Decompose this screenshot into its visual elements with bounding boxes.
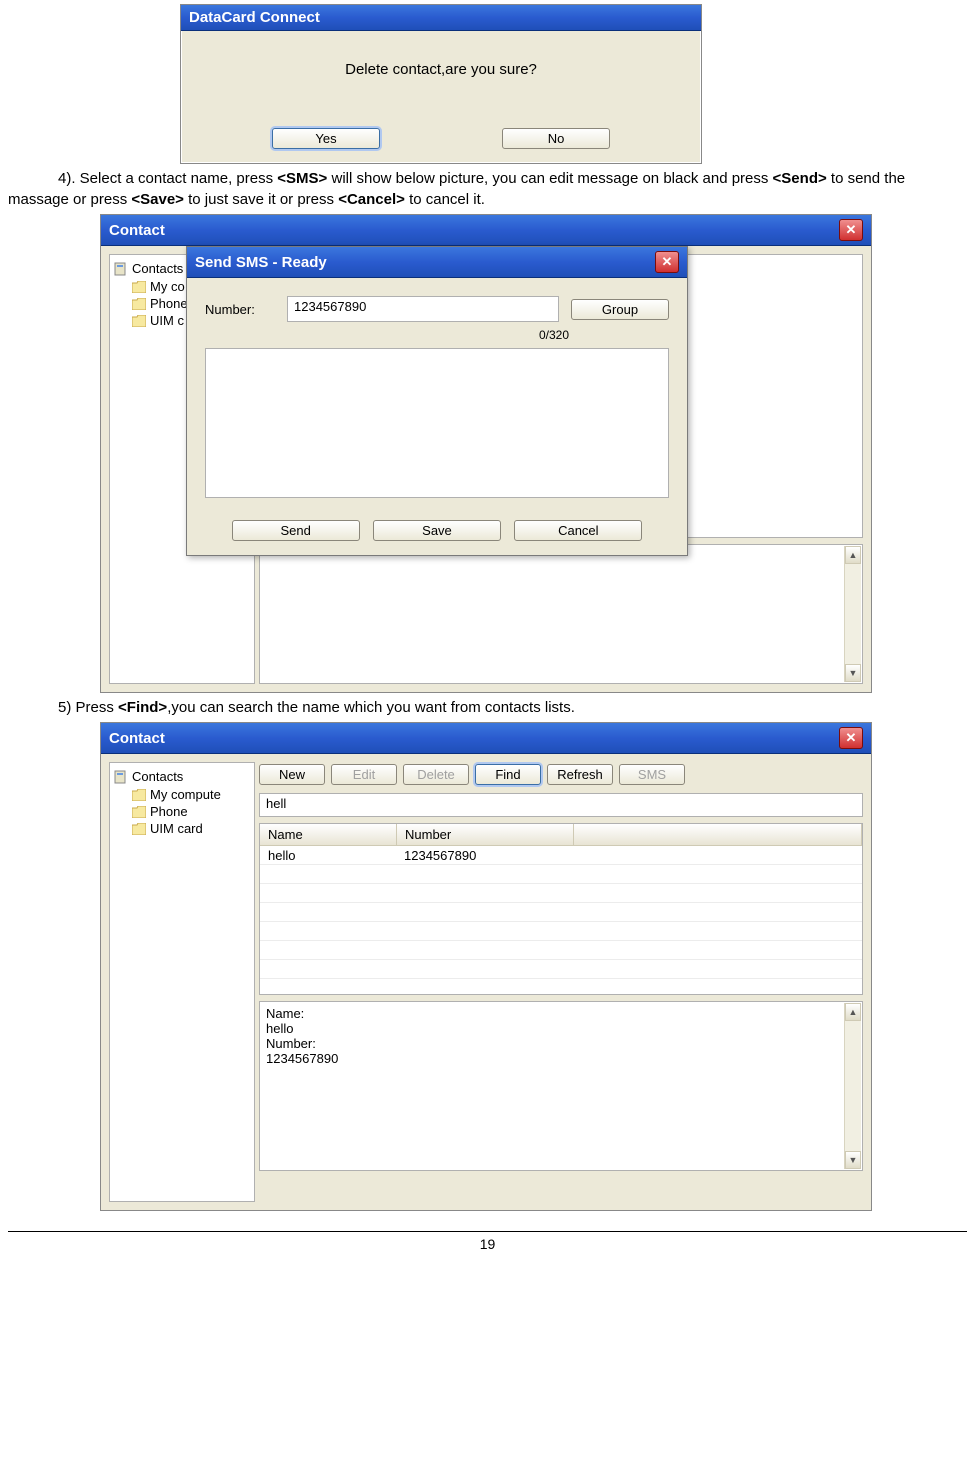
yes-button[interactable]: Yes: [272, 128, 380, 149]
tree-item-phone[interactable]: Phone: [112, 803, 252, 820]
contact1-title: Contact: [109, 222, 165, 239]
scroll-up-icon[interactable]: ▲: [845, 1003, 861, 1021]
send-sms-dialog: Send SMS - Ready ✕ Number: 1234567890 Gr…: [186, 246, 688, 556]
tree-root-label: Contacts: [132, 769, 183, 784]
sms-button[interactable]: SMS: [619, 764, 685, 785]
send-button[interactable]: Send: [232, 520, 360, 541]
col-name[interactable]: Name: [260, 824, 397, 845]
no-button[interactable]: No: [502, 128, 610, 149]
number-label: Number:: [205, 302, 275, 317]
table-row: [260, 903, 862, 922]
tree-item-uimcard[interactable]: UIM card: [112, 820, 252, 837]
scroll-up-icon[interactable]: ▲: [845, 546, 861, 564]
table-row: [260, 865, 862, 884]
sms-message-textarea[interactable]: [205, 348, 669, 498]
cancel-button[interactable]: Cancel: [514, 520, 642, 541]
folder-icon: [132, 789, 146, 801]
tree-root-label: Contacts: [132, 261, 183, 276]
contact1-titlebar[interactable]: Contact ✕: [101, 215, 871, 246]
search-input[interactable]: hell: [259, 793, 863, 817]
table-row: [260, 960, 862, 979]
contact2-main: New Edit Delete Find Refresh SMS hell Na…: [259, 762, 863, 1202]
contact2-titlebar[interactable]: Contact ✕: [101, 723, 871, 754]
scroll-down-icon[interactable]: ▼: [845, 664, 861, 682]
folder-icon: [132, 315, 146, 327]
edit-button[interactable]: Edit: [331, 764, 397, 785]
close-icon[interactable]: ✕: [655, 251, 679, 273]
cell-name: hello: [260, 846, 396, 864]
scrollbar[interactable]: ▲ ▼: [844, 546, 861, 682]
folder-icon: [132, 806, 146, 818]
contacts-icon: [114, 770, 128, 784]
char-counter: 0/320: [205, 328, 569, 342]
confirm-titlebar[interactable]: DataCard Connect: [181, 5, 701, 31]
detail-name-value: hello: [266, 1021, 856, 1036]
table-row[interactable]: hello 1234567890: [260, 846, 862, 865]
detail-number-label: Number:: [266, 1036, 856, 1051]
contacts-grid[interactable]: Name Number hello 1234567890: [259, 823, 863, 995]
tree-item-label: My co: [150, 279, 185, 294]
contacts-tree-2: Contacts My compute Phone UIM card: [109, 762, 255, 1202]
scrollbar[interactable]: ▲ ▼: [844, 1003, 861, 1169]
tree-item-label: Phone: [150, 296, 188, 311]
refresh-button[interactable]: Refresh: [547, 764, 613, 785]
folder-icon: [132, 281, 146, 293]
tree-root[interactable]: Contacts: [112, 767, 252, 786]
page-footer: 19: [8, 1231, 967, 1252]
contact2-toolbar: New Edit Delete Find Refresh SMS: [259, 762, 863, 787]
cell-number: 1234567890: [396, 846, 572, 864]
doc-paragraph-5: 5) Press <Find>,you can search the name …: [8, 697, 967, 718]
number-input[interactable]: 1234567890: [287, 296, 559, 322]
sms-title: Send SMS - Ready: [195, 254, 327, 271]
contact-details-box: Name: hello Number: 1234567890 ▲ ▼: [259, 1001, 863, 1171]
col-spacer: [574, 824, 862, 845]
folder-icon: [132, 823, 146, 835]
col-number[interactable]: Number: [397, 824, 574, 845]
contacts-icon: [114, 262, 128, 276]
table-row: [260, 922, 862, 941]
contact-window-2: Contact ✕ Contacts My compute Phone: [100, 722, 872, 1211]
scroll-down-icon[interactable]: ▼: [845, 1151, 861, 1169]
confirm-dialog: DataCard Connect Delete contact,are you …: [180, 4, 702, 164]
detail-number-value: 1234567890: [266, 1051, 856, 1066]
tree-item-label: UIM card: [150, 821, 203, 836]
doc-paragraph-4: 4). Select a contact name, press <SMS> w…: [8, 168, 967, 210]
group-button[interactable]: Group: [571, 299, 669, 320]
new-button[interactable]: New: [259, 764, 325, 785]
table-row: [260, 941, 862, 960]
contact1-details: ▲ ▼: [259, 544, 863, 684]
close-icon[interactable]: ✕: [839, 727, 863, 749]
folder-icon: [132, 298, 146, 310]
table-row: [260, 884, 862, 903]
contact-window-1: Contact ✕ Contacts My co Phone: [100, 214, 872, 693]
save-button[interactable]: Save: [373, 520, 501, 541]
sms-titlebar[interactable]: Send SMS - Ready ✕: [187, 247, 687, 278]
page-number: 19: [480, 1236, 496, 1252]
detail-name-label: Name:: [266, 1006, 856, 1021]
tree-item-label: UIM c: [150, 313, 184, 328]
tree-item-label: My compute: [150, 787, 221, 802]
delete-button[interactable]: Delete: [403, 764, 469, 785]
contact2-title: Contact: [109, 730, 165, 747]
grid-header: Name Number: [260, 824, 862, 846]
confirm-title: DataCard Connect: [189, 9, 320, 26]
find-button[interactable]: Find: [475, 764, 541, 785]
close-icon[interactable]: ✕: [839, 219, 863, 241]
tree-item-mycomputer[interactable]: My compute: [112, 786, 252, 803]
confirm-message: Delete contact,are you sure?: [201, 61, 681, 78]
tree-item-label: Phone: [150, 804, 188, 819]
